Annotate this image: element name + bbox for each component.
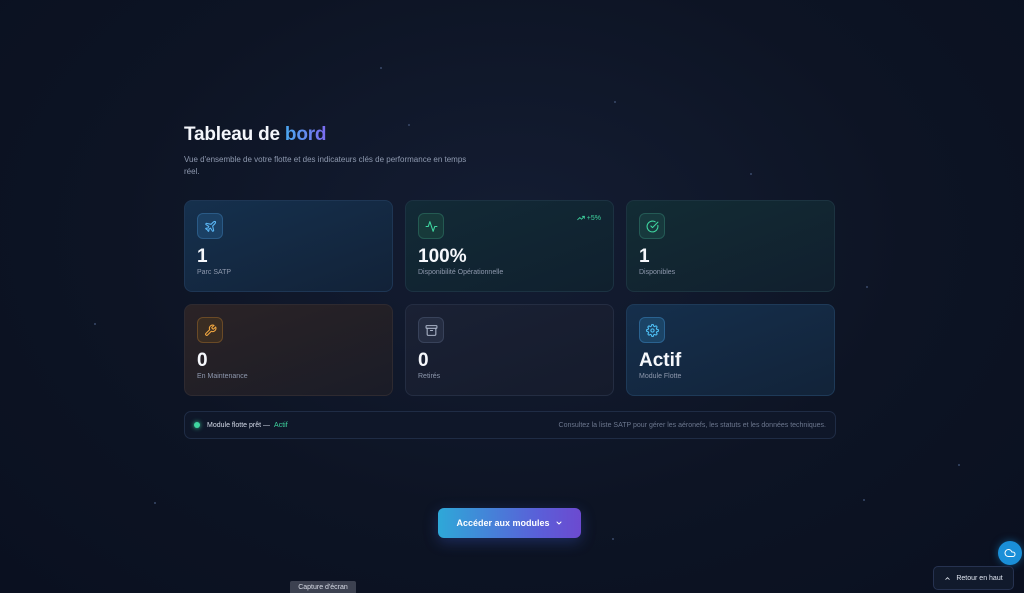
- stat-label: Module Flotte: [639, 373, 682, 380]
- back-to-top-button[interactable]: Retour en haut: [933, 566, 1014, 590]
- stat-label: Retirés: [418, 373, 441, 380]
- chevron-down-icon: [556, 521, 562, 525]
- stat-value: 0: [197, 350, 208, 371]
- trend-badge: +5%: [577, 214, 601, 222]
- stat-value: 0: [418, 350, 429, 371]
- module-status-bar: Module flotte prêt — Actif Consultez la …: [184, 411, 836, 439]
- stat-card-maintenance[interactable]: 0 En Maintenance: [184, 304, 393, 396]
- page-subtitle: Vue d'ensemble de votre flotte et des in…: [184, 155, 467, 176]
- stat-label: Parc SATP: [197, 269, 232, 276]
- stat-card-fleet[interactable]: 1 Parc SATP: [184, 200, 393, 292]
- cloud-icon: [1004, 549, 1016, 557]
- access-modules-label: Accéder aux modules: [456, 518, 550, 528]
- trend-value: +5%: [586, 214, 601, 222]
- status-active: Actif: [274, 421, 288, 429]
- stat-value: 1: [639, 246, 650, 267]
- status-hint: Consultez la liste SATP pour gérer les a…: [558, 421, 826, 429]
- stat-card-module[interactable]: Actif Module Flotte: [626, 304, 835, 396]
- dashboard-content: Tableau de bord Vue d'ensemble de votre …: [184, 124, 836, 439]
- title-accent: bord: [284, 124, 327, 145]
- stats-grid: 1 Parc SATP +5% 100% Disponibilité Opéra…: [184, 200, 836, 396]
- stat-value: 1: [197, 246, 208, 267]
- archive-icon: [418, 317, 444, 343]
- plane-icon: [197, 213, 223, 239]
- page-title: Tableau de bord: [184, 124, 836, 146]
- screenshot-label: Capture d'écran: [298, 583, 348, 591]
- gear-icon: [639, 317, 665, 343]
- cloud-button[interactable]: [998, 541, 1022, 565]
- check-circle-icon: [639, 213, 665, 239]
- stat-label: Disponibilité Opérationnelle: [418, 269, 504, 276]
- access-modules-button[interactable]: Accéder aux modules: [438, 508, 581, 538]
- stat-card-available[interactable]: 1 Disponibles: [626, 200, 835, 292]
- chevron-up-icon: [945, 576, 951, 580]
- stat-value: Actif: [639, 350, 682, 371]
- status-dot: [194, 422, 200, 428]
- trending-up-icon: [577, 215, 585, 221]
- status-text: Module flotte prêt —: [207, 421, 271, 429]
- stat-value: 100%: [418, 246, 467, 267]
- stat-label: En Maintenance: [197, 373, 248, 380]
- back-to-top-label: Retour en haut: [956, 574, 1003, 582]
- stat-card-availability[interactable]: +5% 100% Disponibilité Opérationnelle: [405, 200, 614, 292]
- screenshot-tab[interactable]: Capture d'écran: [290, 581, 356, 593]
- activity-icon: [418, 213, 444, 239]
- wrench-icon: [197, 317, 223, 343]
- stat-label: Disponibles: [639, 269, 676, 276]
- title-main: Tableau de: [184, 124, 285, 145]
- stat-card-retired[interactable]: 0 Retirés: [405, 304, 614, 396]
